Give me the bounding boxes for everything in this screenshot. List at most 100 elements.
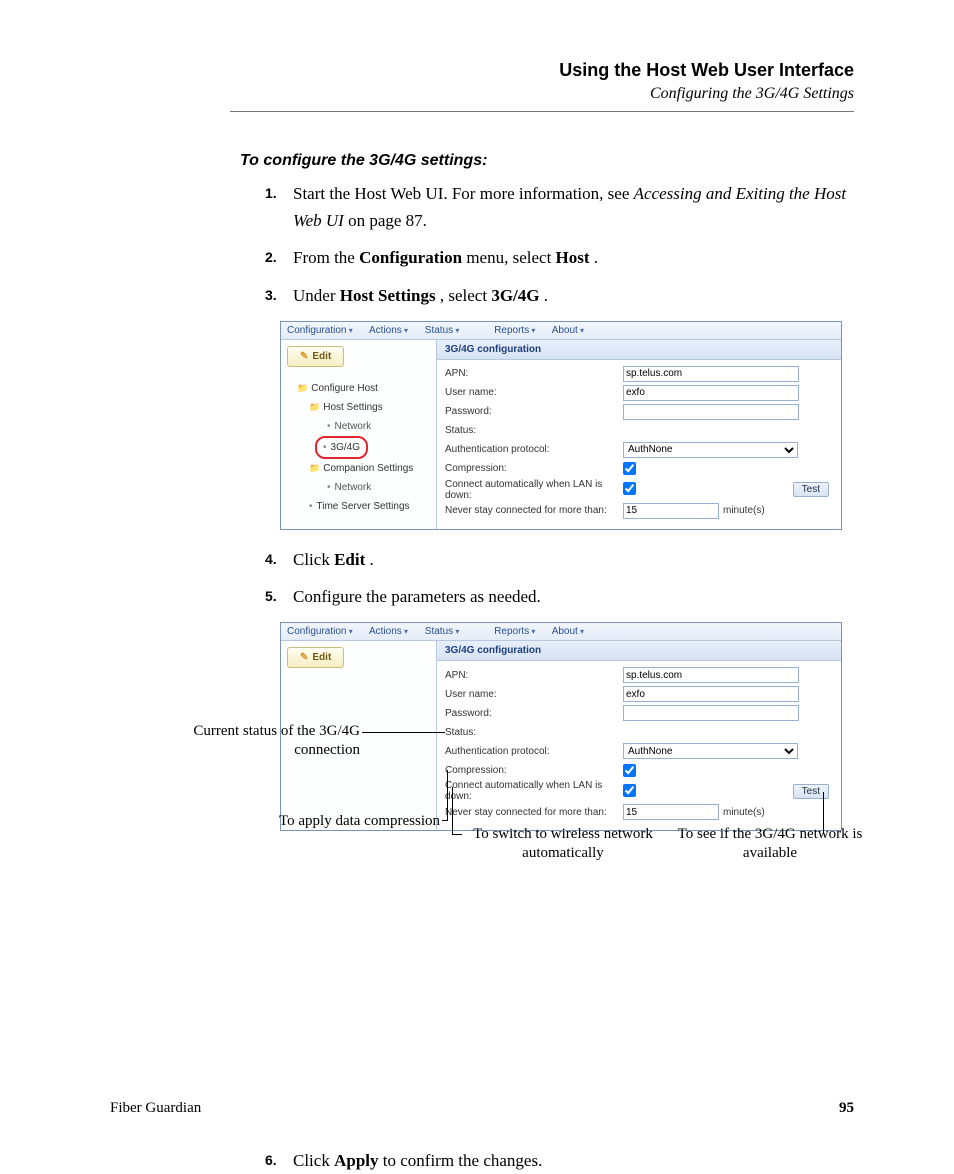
callout-status: Current status of the 3G/4G connection [130, 722, 360, 760]
tree-3g4g-highlighted[interactable]: 3G/4G [315, 436, 368, 459]
content-panel: 3G/4G configuration APN: User name: Pass… [437, 340, 841, 529]
leader-line [452, 787, 453, 835]
never-stay-input[interactable] [623, 804, 719, 820]
step-1: 1. Start the Host Web UI. For more infor… [265, 180, 854, 234]
compression-checkbox[interactable] [623, 462, 636, 475]
auto-connect-label: Connect automatically when LAN is down: [445, 780, 623, 802]
panel-title: 3G/4G configuration [437, 641, 841, 661]
page: Using the Host Web User Interface Config… [0, 0, 954, 1159]
never-stay-input[interactable] [623, 503, 719, 519]
step-text: menu, select [466, 248, 555, 267]
ui-screenshot-2: Configuration Actions Status Reports Abo… [280, 622, 842, 831]
tree-time-server[interactable]: Time Server Settings [287, 497, 432, 516]
menu-status[interactable]: Status [425, 325, 460, 336]
nav-panel: Edit Configure Host Host Settings Networ… [281, 340, 437, 529]
step-text: , select [440, 286, 491, 305]
step-2: 2. From the Configuration menu, select H… [265, 244, 854, 271]
menu-actions[interactable]: Actions [369, 626, 408, 637]
apn-input[interactable] [623, 667, 799, 683]
edit-button[interactable]: Edit [287, 346, 344, 367]
test-button[interactable]: Test [793, 482, 829, 497]
content-panel: 3G/4G configuration APN: User name: Pass… [437, 641, 841, 830]
step-text: . [544, 286, 548, 305]
section-subtitle: Configuring the 3G/4G Settings [230, 85, 854, 103]
auth-select[interactable]: AuthNone [623, 743, 798, 759]
figure-2: Configuration Actions Status Reports Abo… [110, 622, 854, 1107]
password-label: Password: [445, 708, 623, 719]
leader-line [823, 792, 824, 832]
step-text: Start the Host Web UI. For more informat… [293, 184, 634, 203]
step-4: 4. Click Edit . [265, 546, 854, 573]
chapter-title: Using the Host Web User Interface [230, 60, 854, 81]
menu-bar: Configuration Actions Status Reports Abo… [281, 623, 841, 641]
apn-label: APN: [445, 368, 623, 379]
menu-configuration[interactable]: Configuration [287, 626, 353, 637]
auto-connect-checkbox[interactable] [623, 784, 636, 797]
apn-label: APN: [445, 670, 623, 681]
step-text: Under [293, 286, 340, 305]
tree-network[interactable]: Network [287, 478, 432, 497]
tree-network[interactable]: Network [287, 417, 432, 436]
tree-host-settings[interactable]: Host Settings [287, 398, 432, 417]
username-label: User name: [445, 387, 623, 398]
auth-select[interactable]: AuthNone [623, 442, 798, 458]
menu-reports[interactable]: Reports [494, 325, 535, 336]
page-footer: Fiber Guardian 95 [110, 1100, 854, 1117]
status-label: Status: [445, 425, 623, 436]
password-input[interactable] [623, 404, 799, 420]
step-number: 3. [265, 284, 277, 306]
edit-button[interactable]: Edit [287, 647, 344, 668]
menu-about[interactable]: About [552, 626, 584, 637]
footer-page-number: 95 [839, 1100, 854, 1117]
step-number: 6. [265, 1149, 277, 1171]
password-input[interactable] [623, 705, 799, 721]
ui-ref: Host [556, 248, 590, 267]
password-label: Password: [445, 406, 623, 417]
step-text: to confirm the changes. [383, 1151, 543, 1170]
step-text: Click [293, 1151, 334, 1170]
step-6: 6. Click Apply to confirm the changes. [265, 1147, 854, 1174]
never-stay-label: Never stay connected for more than: [445, 807, 623, 818]
footer-product: Fiber Guardian [110, 1100, 201, 1117]
steps-list-cont: 4. Click Edit . 5. Configure the paramet… [265, 546, 854, 610]
auto-connect-checkbox[interactable] [623, 482, 636, 495]
menu-about[interactable]: About [552, 325, 584, 336]
panel-title: 3G/4G configuration [437, 340, 841, 360]
leader-line [447, 770, 448, 821]
callout-test: To see if the 3G/4G network is available [670, 825, 870, 863]
step-text: Click [293, 550, 334, 569]
apn-input[interactable] [623, 366, 799, 382]
procedure-heading: To configure the 3G/4G settings: [240, 152, 854, 170]
menu-reports[interactable]: Reports [494, 626, 535, 637]
ui-ref: Host Settings [340, 286, 436, 305]
step-text: Configure the parameters as needed. [293, 587, 541, 606]
tree-configure-host[interactable]: Configure Host [287, 379, 432, 398]
menu-bar: Configuration Actions Status Reports Abo… [281, 322, 841, 340]
status-label: Status: [445, 727, 623, 738]
username-input[interactable] [623, 385, 799, 401]
steps-list-final: 6. Click Apply to confirm the changes. [265, 1147, 854, 1174]
leader-line [362, 732, 445, 733]
minutes-unit: minute(s) [723, 505, 765, 516]
step-text: . [370, 550, 374, 569]
step-number: 5. [265, 585, 277, 607]
ui-ref: 3G/4G [491, 286, 539, 305]
ui-ref: Edit [334, 550, 365, 569]
menu-configuration[interactable]: Configuration [287, 325, 353, 336]
auth-label: Authentication protocol: [445, 444, 623, 455]
auth-label: Authentication protocol: [445, 746, 623, 757]
steps-list: 1. Start the Host Web UI. For more infor… [265, 180, 854, 309]
tree-companion-settings[interactable]: Companion Settings [287, 459, 432, 478]
username-label: User name: [445, 689, 623, 700]
auto-connect-label: Connect automatically when LAN is down: [445, 479, 623, 501]
step-number: 2. [265, 246, 277, 268]
step-number: 1. [265, 182, 277, 204]
callout-compression: To apply data compression [200, 812, 440, 831]
username-input[interactable] [623, 686, 799, 702]
compression-checkbox[interactable] [623, 764, 636, 777]
menu-status[interactable]: Status [425, 626, 460, 637]
menu-actions[interactable]: Actions [369, 325, 408, 336]
never-stay-label: Never stay connected for more than: [445, 505, 623, 516]
callout-auto: To switch to wireless network automatica… [463, 825, 663, 863]
compression-label: Compression: [445, 463, 623, 474]
